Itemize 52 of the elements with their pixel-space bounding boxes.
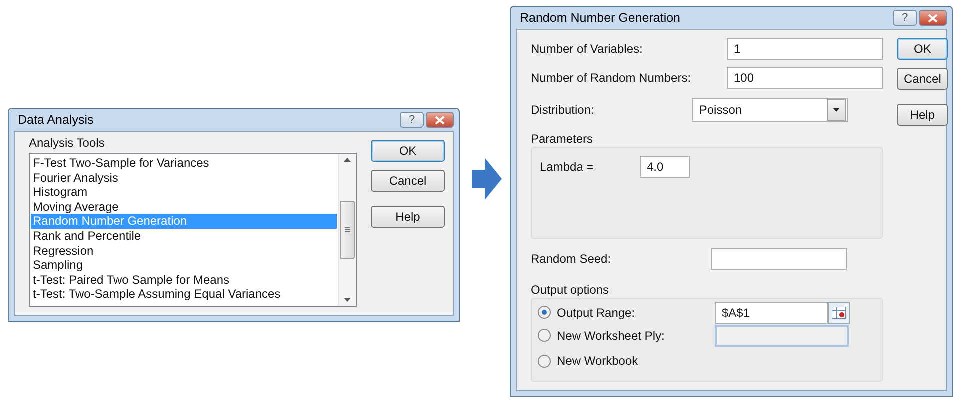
help-button[interactable]: Help — [897, 104, 948, 126]
option-label: Output Range: — [557, 306, 636, 320]
seed-field[interactable] — [711, 248, 847, 270]
list-item[interactable]: t-Test: Two-Sample Assuming Equal Variances — [31, 287, 337, 302]
window-title: Data Analysis — [17, 113, 94, 127]
list-item[interactable]: Sampling — [31, 258, 337, 273]
help-button[interactable]: Help — [371, 206, 445, 228]
cancel-button[interactable]: Cancel — [371, 170, 445, 192]
list-label: Analysis Tools — [29, 136, 106, 150]
option-label: New Worksheet Ply: — [557, 328, 666, 342]
dropdown-arrow-icon[interactable] — [833, 108, 840, 112]
cancel-button[interactable]: Cancel — [897, 68, 948, 90]
field-label: Lambda = — [540, 160, 595, 174]
option-label: New Workbook — [557, 354, 640, 368]
close-button[interactable] — [919, 10, 947, 26]
field-label: Distribution: — [531, 103, 594, 117]
scroll-down-icon[interactable] — [344, 298, 351, 302]
range-field[interactable]: $A$1 — [715, 302, 828, 324]
list-item[interactable]: Fourier Analysis — [31, 170, 337, 186]
list-item[interactable]: t-Test: Paired Two Sample for Means — [31, 272, 337, 288]
list-item[interactable]: Regression — [31, 244, 337, 258]
ok-button[interactable]: OK — [897, 38, 948, 60]
list-item[interactable]: Moving Average — [31, 200, 337, 214]
radio-button[interactable] — [538, 354, 551, 368]
field-label: Number of Random Numbers: — [531, 70, 692, 84]
radio-button[interactable] — [538, 306, 551, 319]
help-button[interactable]: ? — [893, 10, 917, 26]
close-icon — [435, 116, 445, 124]
scroll-up-icon[interactable] — [344, 158, 351, 162]
scrollbar[interactable] — [338, 154, 356, 306]
group-title: Output options — [531, 283, 610, 297]
tools-list[interactable] — [29, 153, 357, 307]
help-button[interactable]: ? — [400, 112, 424, 128]
scroll-thumb[interactable] — [340, 201, 355, 259]
arrow-icon — [472, 158, 502, 200]
group-title: Parameters — [531, 132, 594, 146]
list-item[interactable]: Histogram — [31, 185, 337, 200]
distribution-select[interactable]: Poisson — [692, 98, 848, 122]
close-button[interactable] — [426, 112, 454, 128]
field-label: Number of Variables: — [531, 42, 644, 56]
number-field[interactable]: 100 — [727, 66, 883, 88]
range-picker-button[interactable] — [828, 302, 850, 324]
number-field[interactable]: 1 — [727, 38, 883, 60]
radio-button[interactable] — [538, 329, 551, 342]
grid-icon — [832, 306, 846, 318]
close-icon — [928, 14, 938, 22]
ok-button[interactable]: OK — [371, 140, 445, 162]
list-item[interactable]: Rank and Percentile — [31, 228, 337, 244]
list-item[interactable]: F-Test Two-Sample for Variances — [31, 156, 337, 171]
window-title: Random Number Generation — [519, 11, 680, 25]
field-label: Random Seed: — [531, 252, 612, 266]
lambda-field[interactable]: 4.0 — [640, 156, 690, 178]
